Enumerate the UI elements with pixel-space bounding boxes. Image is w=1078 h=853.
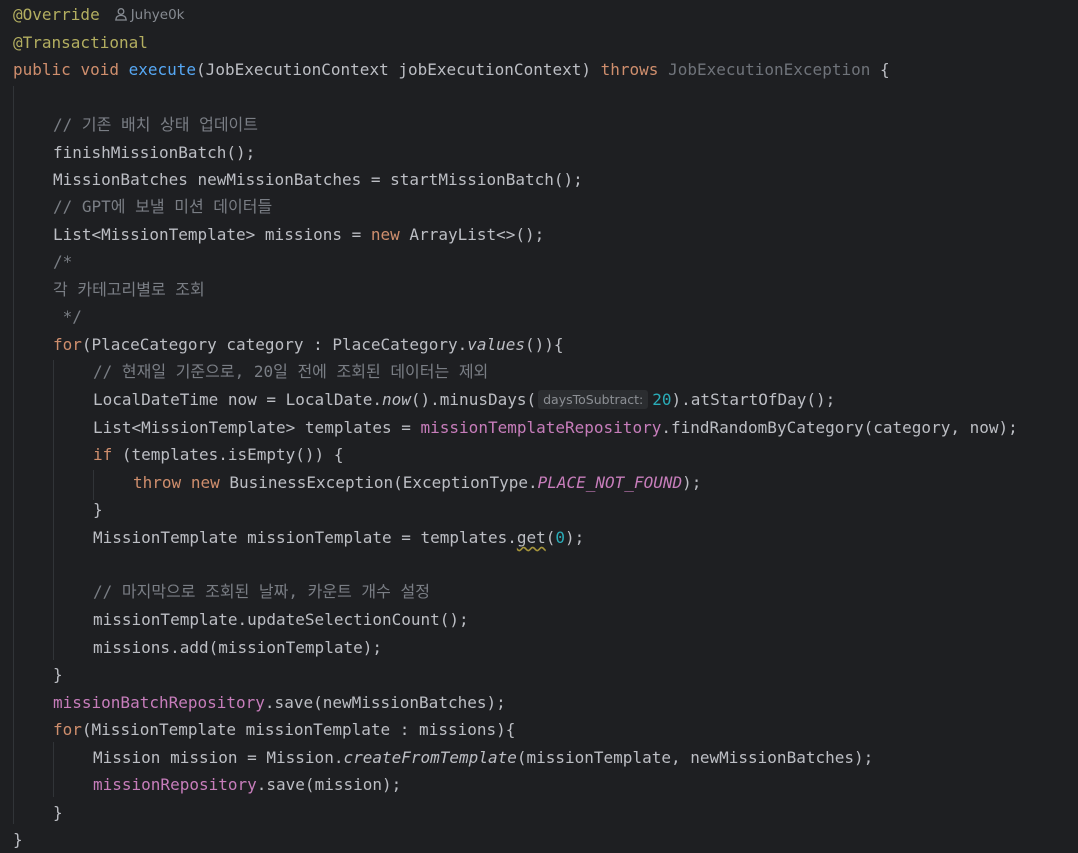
close-brace: } [53, 665, 63, 684]
code-line-now: LocalDateTime now = LocalDate.now().minu… [93, 390, 836, 409]
code-line-repo-save: missionRepository.save(mission); [93, 775, 402, 794]
comment-line: // 기존 배치 상태 업데이트 [53, 115, 258, 134]
warning-squiggle[interactable]: get [517, 528, 546, 547]
block-comment-open: /* [53, 252, 73, 271]
if-statement: if (templates.isEmpty()) { [93, 445, 344, 464]
comment-line: // GPT에 보낼 미션 데이터들 [53, 197, 273, 216]
block-comment-text: 각 카테고리별로 조회 [53, 280, 205, 299]
kw-public: public [13, 60, 71, 79]
open-brace: { [870, 60, 890, 79]
indent-guide [13, 86, 14, 824]
comment-line: // 현재일 기준으로, 20일 전에 조회된 데이터는 제외 [93, 362, 489, 381]
code-line: missionTemplate.updateSelectionCount(); [93, 610, 469, 629]
code-editor[interactable]: @Override Juhye0k @Transactional public v… [0, 0, 1078, 849]
kw-throws: throws [600, 60, 659, 79]
code-line-override: @Override Juhye0k [13, 1, 185, 28]
for-loop-missions: for(MissionTemplate missionTemplate : mi… [53, 720, 516, 739]
author-name: Juhye0k [130, 7, 185, 23]
code-line-transactional: @Transactional [13, 29, 148, 56]
code-line: missions.add(missionTemplate); [93, 638, 382, 657]
indent-guide [53, 360, 54, 660]
exception-type: JobExecutionException [668, 60, 871, 79]
code-line-mission: Mission mission = Mission.createFromTemp… [93, 748, 874, 767]
override-annotation: @Override [13, 5, 100, 24]
code-line: finishMissionBatch(); [53, 143, 256, 162]
method-params: (JobExecutionContext jobExecutionContext… [196, 60, 601, 79]
code-line: MissionBatches newMissionBatches = start… [53, 170, 583, 189]
user-icon [114, 8, 127, 21]
for-loop-categories: for(PlaceCategory category : PlaceCatego… [53, 335, 564, 354]
close-brace: } [93, 500, 103, 519]
indent-guide [53, 742, 54, 797]
transactional-annotation: @Transactional [13, 33, 148, 52]
kw-void: void [80, 60, 119, 79]
method-name: execute [128, 60, 197, 79]
author-hint[interactable]: Juhye0k [114, 7, 185, 23]
method-signature: public void execute(JobExecutionContext … [13, 56, 890, 83]
throw-statement: throw new BusinessException(ExceptionTyp… [133, 473, 702, 492]
close-brace: } [53, 803, 63, 822]
code-line-templates: List<MissionTemplate> templates = missio… [93, 418, 1018, 437]
code-line-save: missionBatchRepository.save(newMissionBa… [53, 693, 506, 712]
code-line-get: MissionTemplate missionTemplate = templa… [93, 528, 585, 547]
comment-line: // 마지막으로 조회된 날짜, 카운트 개수 설정 [93, 582, 430, 601]
parameter-hint: daysToSubtract: [538, 390, 649, 409]
code-line: List<MissionTemplate> missions = new Arr… [53, 225, 545, 244]
block-comment-close: */ [53, 307, 82, 326]
